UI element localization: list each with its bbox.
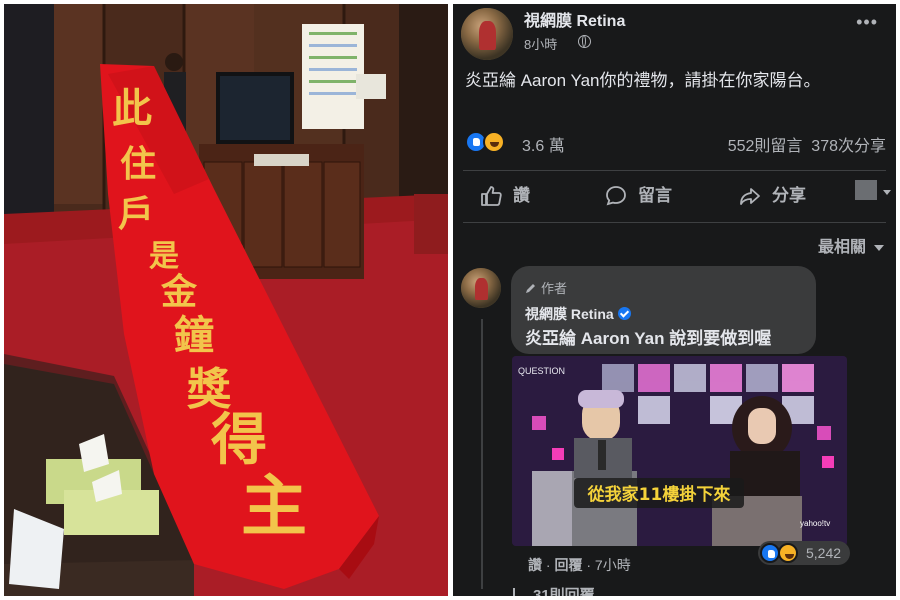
replies-label: 31則回覆 xyxy=(533,587,595,596)
chevron-down-icon xyxy=(874,244,884,251)
comment-count[interactable]: 552則留言 xyxy=(728,138,803,155)
like-icon xyxy=(481,186,502,206)
post-text: 炎亞綸 Aaron Yan你的禮物，請掛在你家陽台。 xyxy=(465,71,821,90)
comment-author-name[interactable]: 視網膜 Retina xyxy=(525,304,631,324)
comment-button[interactable]: 留言 xyxy=(604,184,694,208)
banner-character: 是 xyxy=(149,239,179,274)
comment-timestamp[interactable]: 7小時 xyxy=(595,557,631,573)
haha-reaction-icon xyxy=(483,131,505,153)
share-icon xyxy=(740,188,760,205)
chevron-down-icon[interactable] xyxy=(883,190,891,195)
banner-character: 主 xyxy=(241,467,307,545)
yahoo-tv-watermark: yahoo!tv xyxy=(800,519,830,528)
divider xyxy=(463,170,886,171)
comment-like-link[interactable]: 讚 xyxy=(528,557,542,573)
pencil-icon xyxy=(526,284,535,293)
comment-share-counts: 552則留言 378次分享 xyxy=(728,132,886,156)
reply-arrow-icon xyxy=(513,588,525,596)
comment-image-attachment[interactable]: QUESTION 從我家11樓掛下來 yahoo!tv xyxy=(512,356,847,546)
reaction-count[interactable]: 3.6 萬 xyxy=(522,132,565,156)
banner-character: 得 xyxy=(211,407,267,473)
comment-reply-link[interactable]: 回覆 xyxy=(554,557,582,573)
comment-reaction-count: 5,242 xyxy=(806,545,842,561)
comment-icon xyxy=(606,186,626,206)
banner-character: 住 xyxy=(120,143,156,185)
like-button-label: 讚 xyxy=(513,186,530,205)
facebook-post-panel: 視網膜 Retina 8小時 ••• 炎亞綸 Aaron Yan你的禮物，請掛在… xyxy=(453,4,896,596)
page-avatar[interactable] xyxy=(461,8,513,60)
page-selector-avatar[interactable] xyxy=(855,180,877,200)
video-caption: 從我家11樓掛下來 xyxy=(587,484,731,505)
share-count[interactable]: 378次分享 xyxy=(811,138,886,155)
comment-reactions[interactable]: 5,242 xyxy=(758,541,850,565)
more-options-icon[interactable]: ••• xyxy=(856,12,878,33)
divider xyxy=(463,222,886,223)
commenter-avatar[interactable] xyxy=(461,268,501,308)
globe-icon xyxy=(578,35,591,48)
sort-label: 最相關 xyxy=(817,239,866,256)
post-author-name[interactable]: 視網膜 Retina xyxy=(524,7,625,31)
show-logo: QUESTION xyxy=(518,366,565,376)
view-replies-link[interactable]: 31則回覆 xyxy=(513,584,595,596)
author-badge-label: 作者 xyxy=(541,281,568,296)
comment-button-label: 留言 xyxy=(638,186,672,205)
author-badge: 作者 xyxy=(525,278,567,297)
comment-bubble: 作者 視網膜 Retina 炎亞綸 Aaron Yan 說到要做到喔 xyxy=(511,266,816,354)
comment-text: 炎亞綸 Aaron Yan 說到要做到喔 xyxy=(525,329,772,348)
like-reaction-icon xyxy=(760,543,780,563)
haha-reaction-icon xyxy=(778,543,798,563)
banner-character: 戶 xyxy=(118,193,154,235)
comment-meta: 讚 · 回覆 · 7小時 xyxy=(528,557,631,573)
share-button[interactable]: 分享 xyxy=(738,184,828,208)
banner-character: 此 xyxy=(112,85,152,132)
banner-photo: 此住戶是金鐘獎得主 xyxy=(4,4,448,596)
banner-character: 鐘 xyxy=(174,312,214,359)
comment-author-label: 視網膜 Retina xyxy=(525,306,614,322)
banner-character: 金 xyxy=(160,271,198,313)
verified-icon xyxy=(617,307,631,320)
comment-sort-dropdown[interactable]: 最相關 xyxy=(818,233,884,257)
thread-line xyxy=(481,319,483,589)
reaction-icons[interactable] xyxy=(465,131,505,153)
post-timestamp[interactable]: 8小時 xyxy=(524,34,557,53)
share-button-label: 分享 xyxy=(772,186,806,205)
like-button[interactable]: 讚 xyxy=(479,184,549,208)
